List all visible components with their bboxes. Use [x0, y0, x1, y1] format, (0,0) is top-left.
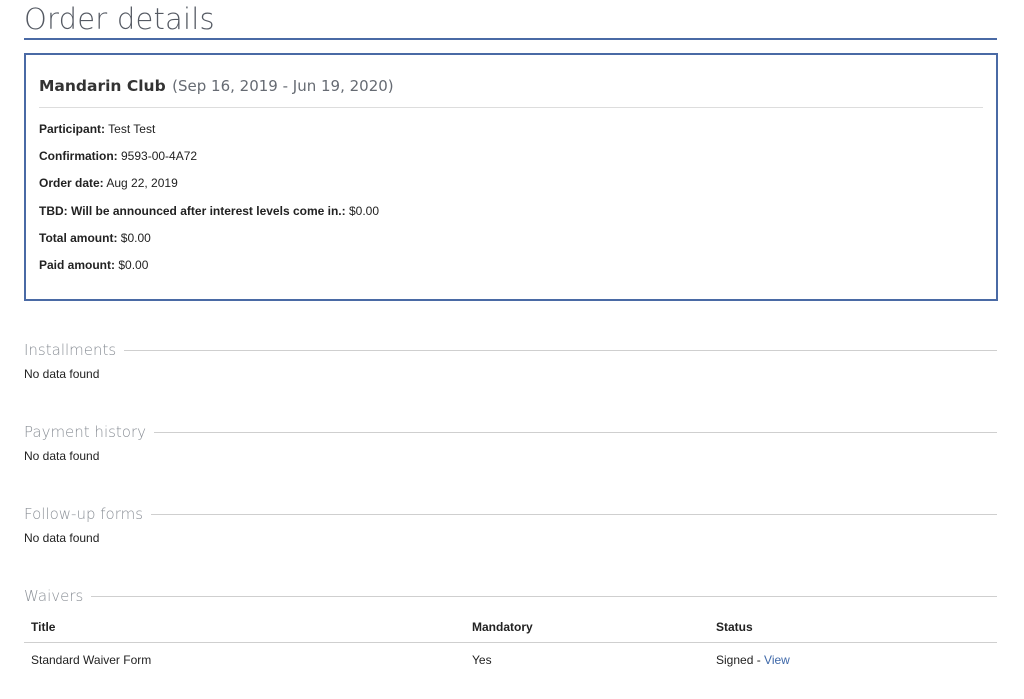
installments-divider: [124, 349, 997, 351]
waivers-divider: [91, 595, 997, 597]
followup-forms-header: Follow-up forms: [24, 504, 997, 524]
waiver-status-cell: Signed - View: [716, 652, 790, 668]
payment-history-header: Payment history: [24, 422, 997, 442]
waiver-title-cell: Standard Waiver Form: [31, 653, 152, 667]
followup-forms-divider: [151, 513, 997, 515]
confirmation-label: Confirmation:: [39, 149, 118, 163]
paid-amount-value: $0.00: [118, 258, 149, 272]
followup-forms-empty-text: No data found: [24, 531, 100, 545]
payment-history-empty-text: No data found: [24, 449, 100, 463]
column-header-status: Status: [716, 620, 753, 634]
paid-amount-field: Paid amount: $0.00: [39, 257, 148, 273]
payment-history-title: Payment history: [24, 423, 147, 441]
waivers-title: Waivers: [24, 587, 84, 605]
participant-label: Participant:: [39, 122, 106, 136]
confirmation-field: Confirmation: 9593-00-4A72: [39, 148, 197, 164]
installments-title: Installments: [24, 341, 117, 359]
waivers-table-header: Title Mandatory Status: [24, 615, 997, 643]
title-divider: [24, 38, 997, 40]
column-header-mandatory: Mandatory: [472, 620, 533, 634]
waiver-mandatory-cell: Yes: [472, 653, 492, 667]
status-separator: -: [753, 653, 765, 667]
waivers-table: Title Mandatory Status Standard Waiver F…: [24, 615, 997, 676]
page-title: Order details: [24, 2, 215, 36]
table-row: Standard Waiver Form Yes Signed - View: [24, 643, 997, 676]
followup-forms-title: Follow-up forms: [24, 505, 144, 523]
tbd-fee-label: TBD: Will be announced after interest le…: [39, 204, 346, 218]
column-header-title: Title: [31, 620, 56, 634]
card-divider: [39, 107, 983, 108]
view-waiver-link[interactable]: View: [764, 653, 790, 667]
participant-field: Participant: Test Test: [39, 121, 155, 137]
club-heading: Mandarin Club (Sep 16, 2019 - Jun 19, 20…: [39, 75, 394, 98]
order-date-field: Order date: Aug 22, 2019: [39, 175, 178, 191]
total-amount-label: Total amount:: [39, 231, 118, 245]
participant-value: Test Test: [108, 122, 156, 136]
installments-header: Installments: [24, 340, 997, 360]
payment-history-divider: [154, 431, 997, 433]
order-summary-card: Mandarin Club (Sep 16, 2019 - Jun 19, 20…: [24, 53, 998, 301]
total-amount-value: $0.00: [120, 231, 151, 245]
total-amount-field: Total amount: $0.00: [39, 230, 151, 246]
club-dates: (Sep 16, 2019 - Jun 19, 2020): [172, 77, 394, 95]
waivers-header: Waivers: [24, 586, 997, 606]
order-date-value: Aug 22, 2019: [106, 176, 178, 190]
paid-amount-label: Paid amount:: [39, 258, 116, 272]
waiver-status-text: Signed: [716, 653, 754, 667]
order-date-label: Order date:: [39, 176, 104, 190]
tbd-fee-value: $0.00: [348, 204, 379, 218]
installments-empty-text: No data found: [24, 367, 100, 381]
confirmation-value: 9593-00-4A72: [121, 149, 198, 163]
tbd-fee-field: TBD: Will be announced after interest le…: [39, 203, 379, 219]
club-name: Mandarin Club: [39, 77, 166, 95]
